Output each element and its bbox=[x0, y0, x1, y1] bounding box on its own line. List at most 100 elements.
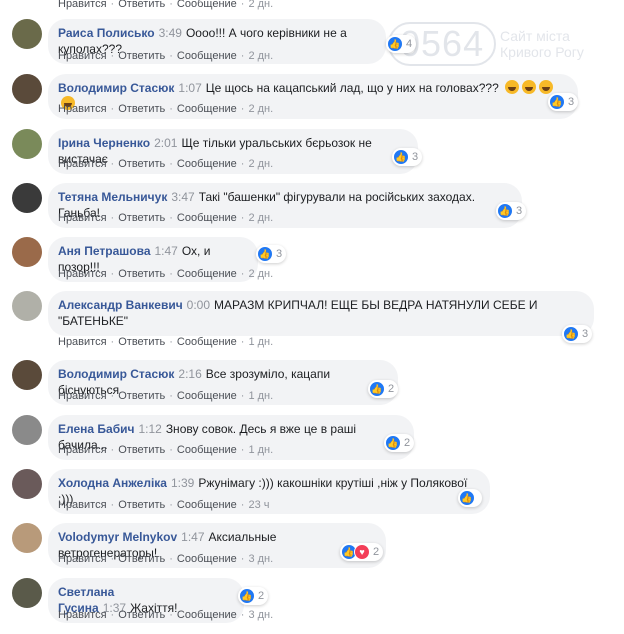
comment-text: Це щось на кацапський лад, що у них на г… bbox=[205, 81, 499, 95]
avatar[interactable] bbox=[12, 291, 42, 321]
like-icon: 👍 bbox=[549, 94, 565, 110]
like-link[interactable]: Нравится bbox=[58, 553, 107, 565]
reply-link[interactable]: Ответить bbox=[118, 158, 165, 170]
avatar[interactable] bbox=[12, 237, 42, 267]
reactions-badge[interactable]: 👍 4 bbox=[386, 35, 417, 53]
avatar[interactable] bbox=[12, 415, 42, 445]
comment-actions: Нравится · Ответить · Сообщение · 1 дн. bbox=[58, 444, 274, 456]
avatar[interactable] bbox=[12, 360, 42, 390]
watermark-caption: Сайт міста Кривого Рогу bbox=[500, 28, 584, 60]
reply-link[interactable]: Ответить bbox=[118, 212, 165, 224]
comment-age: 2 дн. bbox=[248, 103, 274, 115]
reactions-badge[interactable]: 👍 2 bbox=[384, 434, 415, 452]
author-name[interactable]: Александр Ванкевич bbox=[58, 298, 183, 312]
avatar[interactable] bbox=[12, 523, 42, 553]
like-link[interactable]: Нравится bbox=[58, 50, 107, 62]
message-link[interactable]: Сообщение bbox=[177, 444, 237, 456]
reply-link[interactable]: Ответить bbox=[118, 444, 165, 456]
reply-link[interactable]: Ответить bbox=[118, 336, 165, 348]
like-icon: 👍 bbox=[387, 36, 403, 52]
author-name[interactable]: Ірина Черненко bbox=[58, 136, 150, 150]
like-link[interactable]: Нравится bbox=[58, 212, 107, 224]
avatar[interactable] bbox=[12, 19, 42, 49]
reactions-badge[interactable]: 👍 3 bbox=[392, 148, 423, 166]
comment-time: 0:00 bbox=[186, 298, 211, 312]
reply-link[interactable]: Ответить bbox=[118, 103, 165, 115]
author-name[interactable]: Раиса Полисько bbox=[58, 26, 155, 40]
message-link[interactable]: Сообщение bbox=[177, 0, 237, 10]
message-link[interactable]: Сообщение bbox=[177, 390, 237, 402]
top-actions: Нравится · Ответить · Сообщение · 2 дн. bbox=[58, 0, 274, 10]
like-link[interactable]: Нравится bbox=[58, 609, 107, 621]
avatar[interactable] bbox=[12, 183, 42, 213]
watermark-line1: Сайт міста bbox=[500, 28, 570, 44]
reactions-badge[interactable]: 👍 2 bbox=[238, 587, 269, 605]
message-link[interactable]: Сообщение bbox=[177, 50, 237, 62]
love-icon: ♥ bbox=[354, 544, 370, 560]
reactions-badge[interactable]: 👍 3 bbox=[496, 202, 527, 220]
author-name[interactable]: Холодна Анжеліка bbox=[58, 476, 167, 490]
comment-actions: Нравится · Ответить · Сообщение · 2 дн. bbox=[58, 50, 274, 62]
message-link[interactable]: Сообщение bbox=[177, 268, 237, 280]
message-link[interactable]: Сообщение bbox=[177, 158, 237, 170]
comment-actions: Нравится · Ответить · Сообщение · 2 дн. bbox=[58, 103, 274, 115]
reactions-badge[interactable]: 👍 3 bbox=[256, 245, 287, 263]
comment-text-line2: "БАТЕНЬКЕ" bbox=[58, 314, 129, 328]
reactions-badge[interactable]: 👍 3 bbox=[562, 325, 593, 343]
author-name[interactable]: Володимир Стасюк bbox=[58, 367, 174, 381]
comment-age: 1 дн. bbox=[248, 336, 274, 348]
like-icon: 👍 bbox=[385, 435, 401, 451]
comment-age: 2 дн. bbox=[248, 0, 274, 10]
avatar[interactable] bbox=[12, 74, 42, 104]
reply-link[interactable]: Ответить bbox=[118, 0, 165, 10]
reactions-badge[interactable]: 👍 2 bbox=[368, 380, 399, 398]
comment-time: 1:12 bbox=[138, 422, 162, 436]
like-link[interactable]: Нравится bbox=[58, 499, 107, 511]
author-name[interactable]: Володимир Стасюк bbox=[58, 81, 174, 95]
message-link[interactable]: Сообщение bbox=[177, 336, 237, 348]
like-link[interactable]: Нравится bbox=[58, 444, 107, 456]
comment-actions: Нравится · Ответить · Сообщение · 23 ч bbox=[58, 499, 270, 511]
reply-link[interactable]: Ответить bbox=[118, 50, 165, 62]
reply-link[interactable]: Ответить bbox=[118, 553, 165, 565]
like-link[interactable]: Нравится bbox=[58, 0, 107, 10]
reply-link[interactable]: Ответить bbox=[118, 499, 165, 511]
avatar[interactable] bbox=[12, 578, 42, 608]
comment-age: 3 дн. bbox=[248, 553, 274, 565]
author-name[interactable]: Елена Бабич bbox=[58, 422, 134, 436]
reply-link[interactable]: Ответить bbox=[118, 390, 165, 402]
reply-link[interactable]: Ответить bbox=[118, 609, 165, 621]
comment-bubble: Александр Ванкевич 0:00 МАРАЗМ КРИПЧАЛ! ЕЩ… bbox=[48, 291, 594, 336]
comment-actions: Нравится · Ответить · Сообщение · 3 дн. bbox=[58, 553, 274, 565]
avatar[interactable] bbox=[12, 469, 42, 499]
comment-time: 1:07 bbox=[178, 81, 202, 95]
message-link[interactable]: Сообщение bbox=[177, 499, 237, 511]
like-link[interactable]: Нравится bbox=[58, 158, 107, 170]
comment-age: 1 дн. bbox=[248, 444, 274, 456]
avatar[interactable] bbox=[12, 129, 42, 159]
author-name[interactable]: Volodymyr Melnykov bbox=[58, 530, 177, 544]
comment-time: 2:16 bbox=[178, 367, 202, 381]
like-icon: 👍 bbox=[497, 203, 513, 219]
reactions-badge[interactable]: 👍 bbox=[458, 489, 482, 507]
message-link[interactable]: Сообщение bbox=[177, 553, 237, 565]
comment-time: 3:47 bbox=[171, 190, 195, 204]
like-link[interactable]: Нравится bbox=[58, 103, 107, 115]
like-icon: 👍 bbox=[563, 326, 579, 342]
reactions-badge[interactable]: 👍 3 bbox=[548, 93, 579, 111]
like-link[interactable]: Нравится bbox=[58, 336, 107, 348]
message-link[interactable]: Сообщение bbox=[177, 609, 237, 621]
comment-age: 2 дн. bbox=[248, 268, 274, 280]
author-name[interactable]: Тетяна Мельничук bbox=[58, 190, 167, 204]
message-link[interactable]: Сообщение bbox=[177, 212, 237, 224]
like-icon: 👍 bbox=[393, 149, 409, 165]
like-link[interactable]: Нравится bbox=[58, 268, 107, 280]
reactions-badge[interactable]: 👍 ♥ 2 bbox=[340, 543, 384, 561]
comment-actions: Нравится · Ответить · Сообщение · 2 дн. bbox=[58, 212, 274, 224]
author-name[interactable]: Аня Петрашова bbox=[58, 244, 151, 258]
reply-link[interactable]: Ответить bbox=[118, 268, 165, 280]
like-icon: 👍 bbox=[239, 588, 255, 604]
like-icon: 👍 bbox=[369, 381, 385, 397]
like-link[interactable]: Нравится bbox=[58, 390, 107, 402]
message-link[interactable]: Сообщение bbox=[177, 103, 237, 115]
